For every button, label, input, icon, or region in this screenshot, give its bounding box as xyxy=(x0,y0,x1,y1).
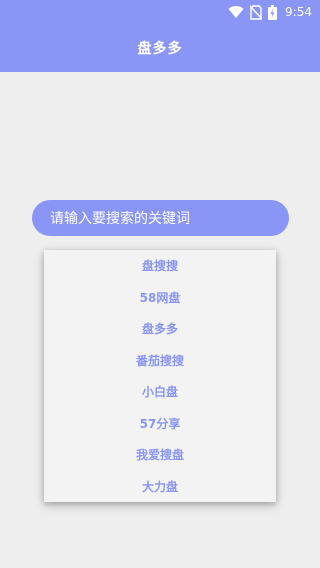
dropdown-item-xiaobaipan[interactable]: 小白盘 xyxy=(44,376,276,408)
site-dropdown-menu: 盘搜搜 58网盘 盘多多 番茄搜搜 小白盘 57分享 我爱搜盘 大力盘 xyxy=(44,250,276,502)
dropdown-item-pansousou[interactable]: 盘搜搜 xyxy=(44,250,276,282)
status-icons: 9:54 xyxy=(228,3,312,21)
dropdown-item-panduoduo[interactable]: 盘多多 xyxy=(44,313,276,345)
status-time: 9:54 xyxy=(285,5,312,19)
dropdown-item-dalipan[interactable]: 大力盘 xyxy=(44,471,276,503)
app-bar: 盘多多 xyxy=(0,24,320,72)
search-input[interactable]: 请输入要搜索的关键词 xyxy=(32,200,289,236)
wifi-icon xyxy=(228,5,244,19)
status-bar: 9:54 xyxy=(0,0,320,24)
no-sim-icon xyxy=(250,4,263,20)
dropdown-item-woaisoupan[interactable]: 我爱搜盘 xyxy=(44,439,276,471)
dropdown-item-58wangpan[interactable]: 58网盘 xyxy=(44,282,276,314)
app-title: 盘多多 xyxy=(137,41,183,57)
search-placeholder: 请输入要搜索的关键词 xyxy=(50,211,190,227)
dropdown-item-57fenxiang[interactable]: 57分享 xyxy=(44,408,276,440)
battery-charging-icon xyxy=(268,4,278,20)
dropdown-item-fanqiesousou[interactable]: 番茄搜搜 xyxy=(44,345,276,377)
